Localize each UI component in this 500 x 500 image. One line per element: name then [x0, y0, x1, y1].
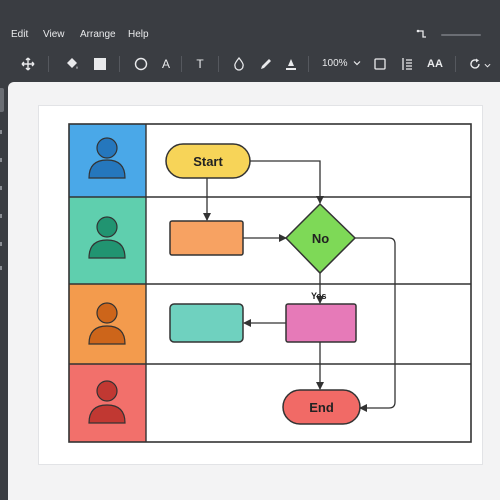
process-box-2[interactable]: [285, 303, 357, 343]
diagram-editor-app: Edit View Arrange Help A T 100% AA Start…: [0, 0, 500, 500]
process-box-1[interactable]: [169, 220, 244, 256]
swimlane-diagram: [68, 123, 472, 443]
yes-label: Yes: [311, 291, 327, 301]
process-box-3[interactable]: [169, 303, 244, 343]
decision-label: No: [311, 230, 330, 246]
connector-decision-no-to-end[interactable]: [355, 237, 396, 412]
start-label: Start: [193, 153, 223, 169]
end-label: End: [309, 399, 334, 415]
lane-header-4[interactable]: [69, 364, 146, 442]
lane-header-3[interactable]: [69, 284, 146, 364]
